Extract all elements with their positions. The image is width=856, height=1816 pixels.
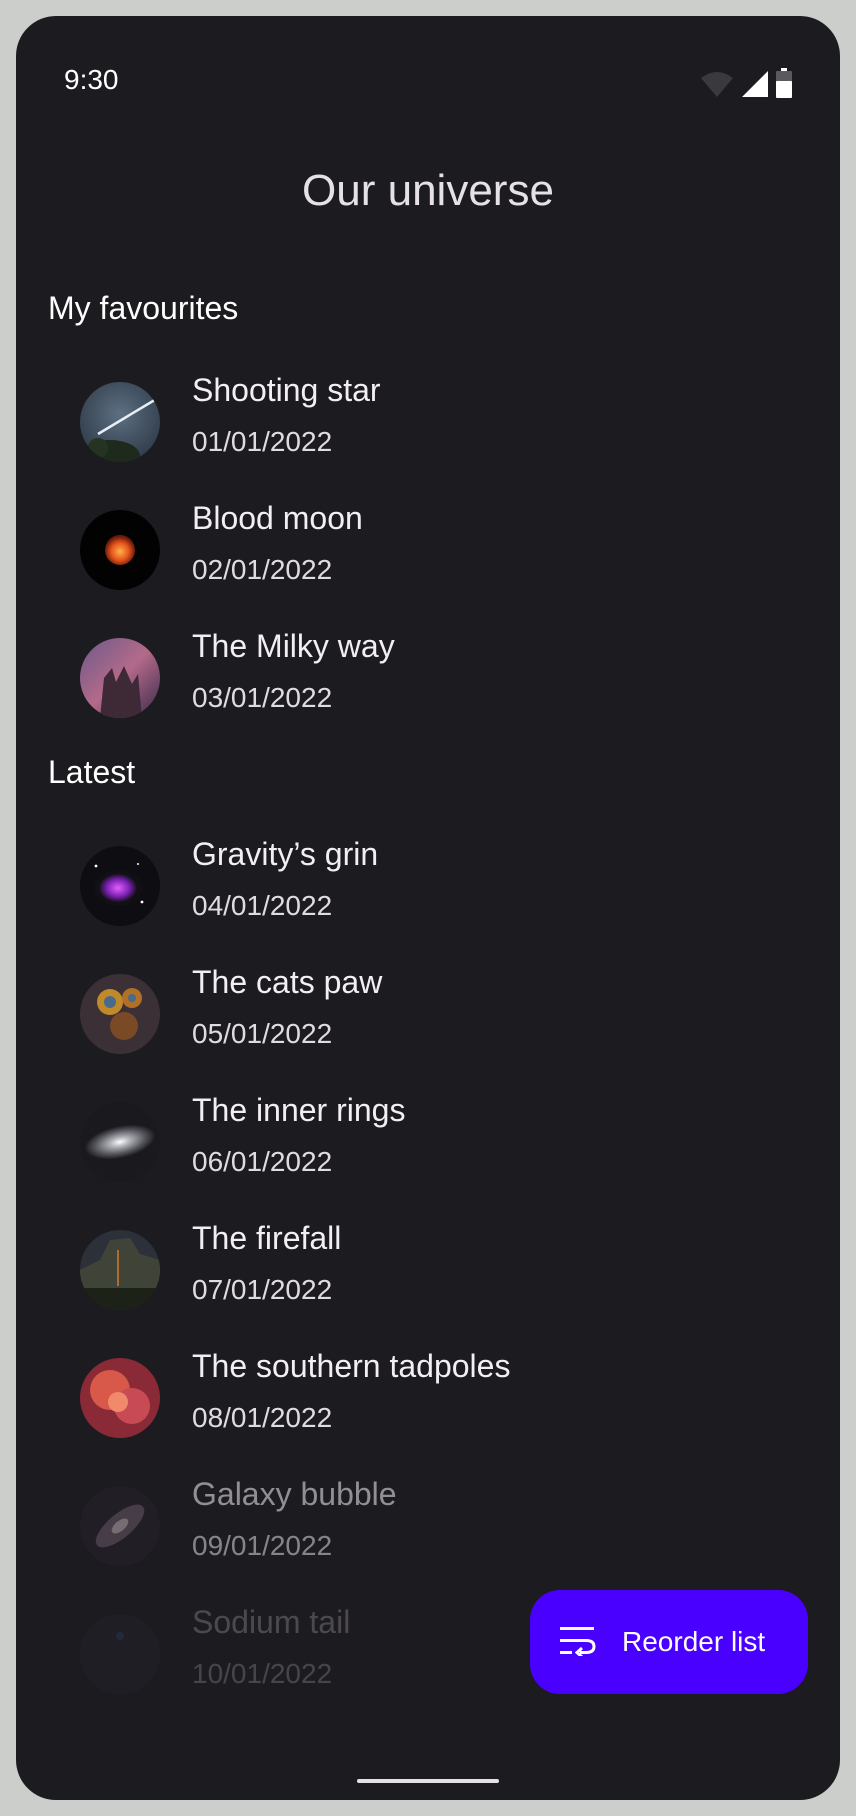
cats-paw-thumbnail	[80, 974, 160, 1054]
gesture-navigation-bar[interactable]	[357, 1779, 499, 1783]
list-item-date: 03/01/2022	[192, 682, 333, 713]
list-item-southern-tadpoles[interactable]: The southern tadpoles 08/01/2022	[80, 1348, 780, 1468]
list-item-date: 06/01/2022	[192, 1146, 333, 1177]
list-item-date: 09/01/2022	[192, 1530, 333, 1561]
list-item-date: 02/01/2022	[192, 554, 333, 585]
list-item-title: The inner rings	[192, 1092, 406, 1128]
list-item-title: The cats paw	[192, 964, 383, 1000]
list-item-date: 08/01/2022	[192, 1402, 333, 1433]
list-item-title: Gravity’s grin	[192, 836, 379, 872]
reorder-list-label: Reorder list	[622, 1626, 766, 1657]
list-item-inner-rings[interactable]: The inner rings 06/01/2022	[80, 1092, 780, 1212]
list-item-shooting-star[interactable]: Shooting star 01/01/2022	[80, 372, 780, 492]
shooting-star-thumbnail	[80, 382, 160, 462]
southern-tadpoles-thumbnail	[80, 1358, 160, 1438]
page-title: Our universe	[302, 166, 554, 215]
list-item-date: 04/01/2022	[192, 890, 333, 921]
list-item-title: Shooting star	[192, 372, 381, 408]
inner-rings-thumbnail	[80, 1102, 160, 1182]
list-item-gravitys-grin[interactable]: Gravity’s grin 04/01/2022	[80, 836, 780, 956]
blood-moon-thumbnail	[80, 510, 160, 590]
section-header-favourites: My favourites	[48, 290, 239, 326]
device-frame: 9:30 Our universe My favourites Shooting…	[0, 0, 856, 1816]
milky-way-thumbnail	[80, 638, 160, 718]
list-item-title: The firefall	[192, 1220, 342, 1256]
galaxy-bubble-thumbnail	[80, 1486, 160, 1566]
list-item-date: 05/01/2022	[192, 1018, 333, 1049]
wifi-icon	[700, 70, 734, 103]
status-time: 9:30	[64, 64, 119, 95]
gravitys-grin-thumbnail	[80, 846, 160, 926]
firefall-thumbnail	[80, 1230, 160, 1310]
list-item-milky-way[interactable]: The Milky way 03/01/2022	[80, 628, 780, 748]
list-item-title: Galaxy bubble	[192, 1476, 397, 1512]
list-item-title: The Milky way	[192, 628, 395, 664]
list-item-date: 10/01/2022	[192, 1658, 333, 1689]
status-icons	[700, 68, 792, 103]
list-item-date: 01/01/2022	[192, 426, 333, 457]
sodium-tail-thumbnail	[80, 1614, 160, 1694]
battery-icon	[776, 68, 792, 103]
reorder-list-icon	[560, 1626, 596, 1661]
list-item-cats-paw[interactable]: The cats paw 05/01/2022	[80, 964, 780, 1084]
list-item-firefall[interactable]: The firefall 07/01/2022	[80, 1220, 780, 1340]
list-item-blood-moon[interactable]: Blood moon 02/01/2022	[80, 500, 780, 620]
reorder-list-button[interactable]: Reorder list	[530, 1590, 808, 1694]
cell-signal-icon	[740, 70, 770, 103]
list-item-date: 07/01/2022	[192, 1274, 333, 1305]
list-item-title: Blood moon	[192, 500, 363, 536]
section-header-latest: Latest	[48, 754, 136, 790]
screen: 9:30 Our universe My favourites Shooting…	[16, 16, 840, 1800]
list-item-galaxy-bubble[interactable]: Galaxy bubble 09/01/2022	[80, 1476, 780, 1596]
list-item-title: Sodium tail	[192, 1604, 351, 1640]
status-bar: 9:30	[16, 16, 840, 146]
list-item-title: The southern tadpoles	[192, 1348, 511, 1384]
